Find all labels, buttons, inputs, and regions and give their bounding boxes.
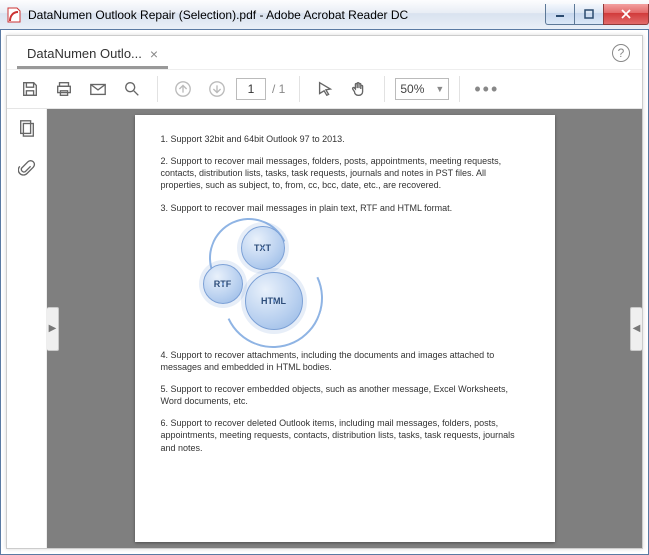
more-tools-icon[interactable]: ••• (470, 79, 503, 100)
pdf-page: 1. Support 32bit and 64bit Outlook 97 to… (135, 115, 555, 542)
document-tab[interactable]: DataNumen Outlo... × (17, 41, 168, 69)
gear-html: HTML (245, 272, 303, 330)
doc-paragraph: 4. Support to recover attachments, inclu… (161, 349, 529, 373)
expand-left-handle[interactable]: ▶ (47, 307, 59, 351)
search-icon[interactable] (117, 74, 147, 104)
window-titlebar: DataNumen Outlook Repair (Selection).pdf… (0, 0, 649, 30)
prev-page-icon[interactable] (168, 74, 198, 104)
document-viewer: ▶ ◀ 1. Support 32bit and 64bit Outlook 9… (47, 109, 642, 548)
help-icon[interactable]: ? (612, 44, 630, 62)
nav-sidebar (7, 109, 47, 548)
hand-tool-icon[interactable] (344, 74, 374, 104)
attachments-icon[interactable] (18, 160, 36, 183)
save-icon[interactable] (15, 74, 45, 104)
doc-paragraph: 3. Support to recover mail messages in p… (161, 202, 529, 214)
page-number-input[interactable] (236, 78, 266, 100)
maximize-button[interactable] (574, 4, 604, 25)
next-page-icon[interactable] (202, 74, 232, 104)
tab-label: DataNumen Outlo... (27, 46, 142, 61)
client-area: DataNumen Outlo... × ? / 1 50% ▼ (0, 30, 649, 555)
separator (299, 76, 300, 102)
doc-paragraph: 2. Support to recover mail messages, fol… (161, 155, 529, 191)
gear-rtf: RTF (203, 264, 243, 304)
zoom-value: 50% (400, 82, 424, 96)
minimize-button[interactable] (545, 4, 575, 25)
window-title: DataNumen Outlook Repair (Selection).pdf… (28, 7, 546, 22)
chevron-down-icon: ▼ (435, 84, 444, 94)
gears-illustration: TXT RTF HTML (185, 224, 355, 339)
expand-right-handle[interactable]: ◀ (630, 307, 642, 351)
zoom-select[interactable]: 50% ▼ (395, 78, 449, 100)
email-icon[interactable] (83, 74, 113, 104)
window-controls (546, 4, 649, 25)
separator (157, 76, 158, 102)
print-icon[interactable] (49, 74, 79, 104)
separator (384, 76, 385, 102)
page-total: / 1 (270, 82, 289, 96)
doc-paragraph: 1. Support 32bit and 64bit Outlook 97 to… (161, 133, 529, 145)
toolbar: / 1 50% ▼ ••• (7, 69, 642, 109)
selection-tool-icon[interactable] (310, 74, 340, 104)
tab-bar: DataNumen Outlo... × ? (7, 36, 642, 69)
gear-txt: TXT (241, 226, 285, 270)
doc-paragraph: 5. Support to recover embedded objects, … (161, 383, 529, 407)
close-button[interactable] (603, 4, 649, 25)
close-tab-icon[interactable]: × (150, 46, 158, 62)
separator (459, 76, 460, 102)
thumbnails-icon[interactable] (18, 119, 36, 142)
app-icon (6, 7, 22, 23)
doc-paragraph: 6. Support to recover deleted Outlook it… (161, 417, 529, 453)
